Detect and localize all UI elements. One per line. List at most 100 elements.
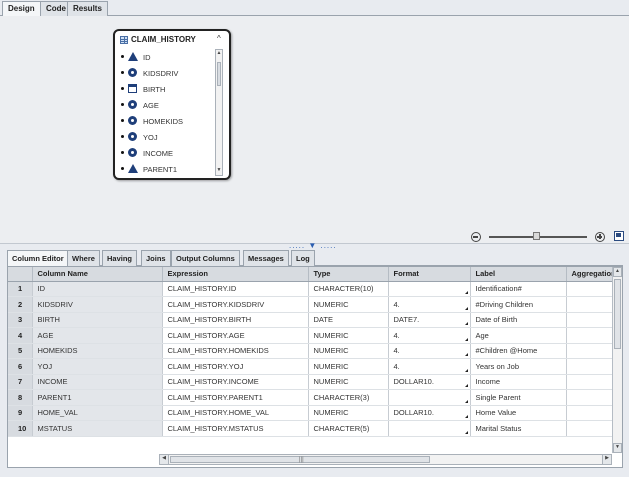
scroll-left-icon[interactable]: ◀ xyxy=(160,455,169,464)
tab-log[interactable]: Log xyxy=(291,250,315,266)
cell-label[interactable]: Date of Birth xyxy=(470,312,567,328)
table-row[interactable]: 8 PARENT1 CLAIM_HISTORY.PARENT1 CHARACTE… xyxy=(8,389,617,406)
table-node-header[interactable]: CLAIM_HISTORY ^ xyxy=(115,31,229,47)
row-number[interactable]: 7 xyxy=(8,374,33,390)
table-row[interactable]: 1 ID CLAIM_HISTORY.ID CHARACTER(10) Iden… xyxy=(8,281,617,297)
cell-column-name[interactable]: MSTATUS xyxy=(32,420,163,437)
table-row[interactable]: 7 INCOME CLAIM_HISTORY.INCOME NUMERIC DO… xyxy=(8,374,617,390)
header-type[interactable]: Type xyxy=(308,267,389,282)
cell-column-name[interactable]: PARENT1 xyxy=(32,389,163,406)
header-format[interactable]: Format xyxy=(388,267,471,282)
table-column-item[interactable]: INCOME xyxy=(119,145,215,161)
cell-format[interactable] xyxy=(388,420,471,437)
scroll-thumb[interactable] xyxy=(614,279,621,349)
scroll-down-icon[interactable]: ▼ xyxy=(613,443,622,453)
cell-column-name[interactable]: HOME_VAL xyxy=(32,405,163,421)
table-row[interactable]: 10 MSTATUS CLAIM_HISTORY.MSTATUS CHARACT… xyxy=(8,420,617,437)
cell-aggregation[interactable] xyxy=(566,389,617,406)
cell-aggregation[interactable] xyxy=(566,405,617,421)
cell-column-name[interactable]: HOMEKIDS xyxy=(32,343,163,359)
cell-expression[interactable]: CLAIM_HISTORY.MSTATUS xyxy=(162,420,309,437)
scroll-down-icon[interactable]: ▼ xyxy=(216,167,222,175)
cell-aggregation[interactable] xyxy=(566,358,617,375)
cell-label[interactable]: #Children @Home xyxy=(470,343,567,359)
table-row[interactable]: 3 BIRTH CLAIM_HISTORY.BIRTH DATE DATE7. … xyxy=(8,312,617,328)
cell-expression[interactable]: CLAIM_HISTORY.KIDSDRIV xyxy=(162,296,309,313)
cell-type[interactable]: DATE xyxy=(308,312,389,328)
row-number[interactable]: 4 xyxy=(8,327,33,344)
tab-where[interactable]: Where xyxy=(67,250,100,266)
scroll-right-icon[interactable]: ▶ xyxy=(602,455,611,464)
tab-output-columns[interactable]: Output Columns xyxy=(171,250,240,266)
table-node-scrollbar[interactable]: ▲ ▼ xyxy=(215,49,223,176)
header-aggregation[interactable]: Aggregation xyxy=(566,267,617,282)
cell-format[interactable]: DOLLAR10. xyxy=(388,374,471,390)
cell-expression[interactable]: CLAIM_HISTORY.INCOME xyxy=(162,374,309,390)
column-editor-grid[interactable]: Column Name Expression Type Format Label… xyxy=(7,266,623,468)
cell-aggregation[interactable] xyxy=(566,312,617,328)
cell-type[interactable]: NUMERIC xyxy=(308,343,389,359)
cell-label[interactable]: #Driving Children xyxy=(470,296,567,313)
header-label[interactable]: Label xyxy=(470,267,567,282)
cell-aggregation[interactable] xyxy=(566,281,617,297)
cell-label[interactable]: Years on Job xyxy=(470,358,567,375)
cell-type[interactable]: NUMERIC xyxy=(308,405,389,421)
cell-type[interactable]: CHARACTER(10) xyxy=(308,281,389,297)
grid-vertical-scrollbar[interactable]: ▲ ▼ xyxy=(612,267,622,453)
cell-aggregation[interactable] xyxy=(566,420,617,437)
cell-expression[interactable]: CLAIM_HISTORY.AGE xyxy=(162,327,309,344)
tab-messages[interactable]: Messages xyxy=(243,250,289,266)
row-number[interactable]: 1 xyxy=(8,281,33,297)
cell-format[interactable]: 4. xyxy=(388,358,471,375)
cell-expression[interactable]: CLAIM_HISTORY.HOMEKIDS xyxy=(162,343,309,359)
header-column-name[interactable]: Column Name xyxy=(32,267,163,282)
scroll-thumb[interactable] xyxy=(217,62,221,86)
cell-column-name[interactable]: YOJ xyxy=(32,358,163,375)
cell-type[interactable]: NUMERIC xyxy=(308,296,389,313)
grid-horizontal-scrollbar[interactable]: ◀ ||| ▶ xyxy=(159,454,612,465)
scroll-up-icon[interactable]: ▲ xyxy=(216,50,222,58)
tab-joins[interactable]: Joins xyxy=(141,250,171,266)
table-row[interactable]: 6 YOJ CLAIM_HISTORY.YOJ NUMERIC 4. Years… xyxy=(8,358,617,375)
table-column-item[interactable]: HOMEKIDS xyxy=(119,113,215,129)
row-number[interactable]: 2 xyxy=(8,296,33,313)
row-number[interactable]: 8 xyxy=(8,389,33,406)
cell-aggregation[interactable] xyxy=(566,343,617,359)
table-column-item[interactable]: AGE xyxy=(119,97,215,113)
table-row[interactable]: 9 HOME_VAL CLAIM_HISTORY.HOME_VAL NUMERI… xyxy=(8,405,617,421)
row-number[interactable]: 5 xyxy=(8,343,33,359)
tab-column-editor[interactable]: Column Editor xyxy=(7,250,69,267)
table-row[interactable]: 2 KIDSDRIV CLAIM_HISTORY.KIDSDRIV NUMERI… xyxy=(8,296,617,313)
zoom-in-icon[interactable] xyxy=(595,232,605,242)
table-column-item[interactable]: ID xyxy=(119,49,215,65)
zoom-out-icon[interactable] xyxy=(471,232,481,242)
cell-aggregation[interactable] xyxy=(566,374,617,390)
cell-type[interactable]: NUMERIC xyxy=(308,374,389,390)
cell-type[interactable]: CHARACTER(3) xyxy=(308,389,389,406)
cell-aggregation[interactable] xyxy=(566,296,617,313)
cell-expression[interactable]: CLAIM_HISTORY.PARENT1 xyxy=(162,389,309,406)
table-node-claim-history[interactable]: CLAIM_HISTORY ^ ID KIDSDRIV BIRTH AGE HO… xyxy=(113,29,231,180)
cell-expression[interactable]: CLAIM_HISTORY.ID xyxy=(162,281,309,297)
cell-format[interactable] xyxy=(388,281,471,297)
scroll-thumb[interactable]: ||| xyxy=(170,456,430,463)
row-number[interactable]: 10 xyxy=(8,420,33,437)
cell-expression[interactable]: CLAIM_HISTORY.YOJ xyxy=(162,358,309,375)
tab-design[interactable]: Design xyxy=(2,1,41,17)
cell-expression[interactable]: CLAIM_HISTORY.HOME_VAL xyxy=(162,405,309,421)
header-row-number[interactable] xyxy=(8,267,33,282)
cell-column-name[interactable]: INCOME xyxy=(32,374,163,390)
fit-to-window-icon[interactable] xyxy=(614,231,624,241)
table-column-item[interactable]: PARENT1 xyxy=(119,161,215,177)
cell-format[interactable]: DATE7. xyxy=(388,312,471,328)
table-row[interactable]: 5 HOMEKIDS CLAIM_HISTORY.HOMEKIDS NUMERI… xyxy=(8,343,617,359)
tab-having[interactable]: Having xyxy=(102,250,138,266)
row-number[interactable]: 3 xyxy=(8,312,33,328)
cell-label[interactable]: Age xyxy=(470,327,567,344)
cell-format[interactable]: 4. xyxy=(388,327,471,344)
cell-type[interactable]: NUMERIC xyxy=(308,358,389,375)
tab-results[interactable]: Results xyxy=(67,1,108,16)
header-expression[interactable]: Expression xyxy=(162,267,309,282)
cell-column-name[interactable]: AGE xyxy=(32,327,163,344)
collapse-icon[interactable]: ^ xyxy=(217,34,221,43)
